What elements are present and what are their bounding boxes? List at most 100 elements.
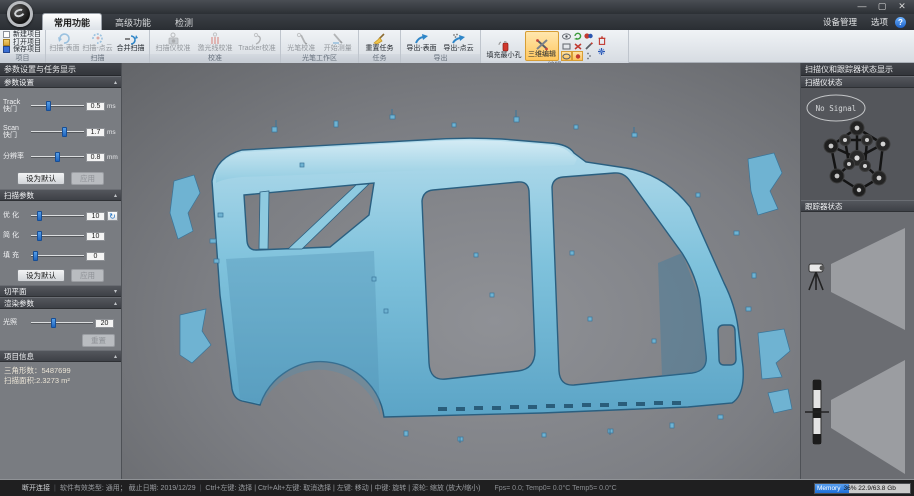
- edit-3d-icon: [535, 37, 549, 51]
- pen-calibration-button[interactable]: 光笔校准: [283, 31, 320, 54]
- scan-surface-icon: [57, 31, 72, 45]
- save-project-button[interactable]: 保存项目: [3, 46, 42, 53]
- left-panel-title: 参数设置与任务显示: [0, 63, 121, 76]
- reset-task-label: 重置任务: [366, 45, 394, 53]
- group-label-export: 导出: [401, 54, 480, 63]
- tracker-calibration-button[interactable]: Tracker校准: [236, 31, 278, 54]
- scan-apply-button[interactable]: 应用: [71, 269, 104, 282]
- optimize-refresh-icon[interactable]: ↻: [107, 211, 118, 221]
- point-select-icon[interactable]: [572, 51, 583, 61]
- record-icon[interactable]: [583, 31, 594, 41]
- simplify-value[interactable]: 10: [86, 232, 105, 241]
- transform-icon[interactable]: [597, 47, 606, 56]
- start-measure-icon: [331, 31, 344, 45]
- scan-pointcloud-button[interactable]: 扫描-点云: [81, 31, 114, 54]
- laser-calibration-button[interactable]: 激光线校准: [194, 31, 236, 54]
- track-shutter-slider[interactable]: [31, 101, 84, 111]
- edit-3d-button[interactable]: 三维编辑: [525, 31, 559, 61]
- close-button[interactable]: ✕: [892, 0, 912, 13]
- no-signal-text: No Signal: [816, 104, 857, 113]
- section-header-scan-params[interactable]: 扫描参数 ▴: [0, 189, 121, 201]
- resolution-row: 分辨率 0.8 mm: [0, 145, 121, 169]
- project-info-title: 项目信息: [4, 352, 34, 361]
- ribbon-tab-bar: 常用功能 高级功能 检测 设备管理 选项 ?: [0, 14, 914, 30]
- scan-surface-button[interactable]: 扫描-表面: [48, 31, 81, 54]
- optimize-slider[interactable]: [31, 211, 84, 221]
- fill-row: 填 充 0: [0, 246, 121, 266]
- start-measure-button[interactable]: 开始测量: [320, 31, 357, 54]
- visibility-icon[interactable]: [561, 31, 572, 41]
- license-info: 软件有效类型: 通用； 截止日期: 2019/12/29: [60, 483, 196, 493]
- device-management-menu[interactable]: 设备管理: [816, 16, 864, 30]
- render-reset-button[interactable]: 重置: [82, 334, 115, 347]
- 3d-viewport[interactable]: [122, 63, 800, 479]
- tracker-fov-1: [831, 228, 905, 330]
- trash-icon[interactable]: [597, 36, 606, 45]
- section-header-tracker-status[interactable]: 跟踪器状态: [801, 200, 914, 212]
- ribbon-group-pen-workspace: 光笔校准 开始测量 光笔工作区: [281, 30, 359, 63]
- resolution-value[interactable]: 0.8: [86, 153, 105, 162]
- export-pointcloud-button[interactable]: 导出-点云: [440, 31, 477, 54]
- optimize-row: 优 化 10 ↻: [0, 206, 121, 226]
- scan-set-default-button[interactable]: 设为默认: [17, 269, 65, 282]
- fill-hole-button[interactable]: 填充最小孔: [483, 31, 525, 61]
- fill-hole-label: 填充最小孔: [487, 52, 522, 60]
- more-options-icon[interactable]: [583, 51, 594, 61]
- scan-shutter-slider[interactable]: [31, 127, 84, 137]
- edit-tool-column: [597, 31, 606, 61]
- right-panel-title: 扫描仪和跟踪器状态显示: [801, 63, 914, 76]
- scanner-calibration-button[interactable]: 扫描仪校准: [152, 31, 194, 54]
- fps-temperature-readout: Fps= 0.0; Temp0= 0.0°C Temp5= 0.0°C: [494, 485, 616, 492]
- merge-scan-button[interactable]: 合并扫描: [114, 31, 147, 54]
- lighting-slider[interactable]: [31, 318, 93, 328]
- set-default-button[interactable]: 设为默认: [17, 172, 65, 185]
- open-project-label: 打开项目: [13, 39, 41, 46]
- fill-hole-icon: [498, 38, 511, 52]
- tab-inspection[interactable]: 检测: [164, 14, 204, 30]
- optimize-value[interactable]: 10: [86, 212, 105, 221]
- app-logo-icon[interactable]: [7, 1, 33, 27]
- group-label-task: 任务: [359, 54, 400, 63]
- connection-status[interactable]: 断开连接: [22, 483, 50, 493]
- options-menu[interactable]: 选项: [864, 16, 895, 30]
- tab-common-functions[interactable]: 常用功能: [42, 13, 102, 30]
- section-header-render-params[interactable]: 渲染参数 ▴: [0, 297, 121, 309]
- tracker-calibration-label: Tracker校准: [238, 45, 275, 53]
- render-params-body: 光照 20 重置: [0, 309, 121, 350]
- tracker-bar-icon: [805, 380, 829, 444]
- window-controls: — ▢ ✕: [852, 0, 912, 13]
- export-surface-button[interactable]: 导出-表面: [403, 31, 440, 54]
- refresh-icon[interactable]: [572, 31, 583, 41]
- right-status-panel: 扫描仪和跟踪器状态显示 扫描仪状态 No Signal: [800, 63, 914, 479]
- minimize-button[interactable]: —: [852, 0, 872, 13]
- scanner-status-title: 扫描仪状态: [805, 78, 843, 87]
- fill-slider[interactable]: [31, 251, 84, 261]
- group-label-scan: 扫描: [46, 54, 149, 63]
- section-header-scanner-status[interactable]: 扫描仪状态: [801, 76, 914, 88]
- rect-select-icon[interactable]: [561, 41, 572, 51]
- tab-advanced-functions[interactable]: 高级功能: [104, 14, 162, 30]
- tracker-status-title: 跟踪器状态: [805, 202, 843, 211]
- collapse-arrow-icon: ▴: [114, 351, 117, 363]
- delete-x-icon[interactable]: [572, 41, 583, 51]
- track-shutter-value[interactable]: 0.5: [86, 102, 105, 111]
- open-project-button[interactable]: 打开项目: [3, 39, 42, 46]
- maximize-button[interactable]: ▢: [872, 0, 892, 13]
- reset-task-button[interactable]: 重置任务: [361, 31, 398, 54]
- section-header-param-settings[interactable]: 参数设置 ▴: [0, 76, 121, 88]
- apply-button[interactable]: 应用: [71, 172, 104, 185]
- simplify-slider[interactable]: [31, 231, 84, 241]
- new-project-button[interactable]: 新建项目: [3, 31, 42, 38]
- lighting-value[interactable]: 20: [95, 319, 114, 328]
- ellipse-select-icon[interactable]: [561, 51, 572, 61]
- section-header-cut-plane[interactable]: 切平面 ▾: [0, 285, 121, 297]
- lighting-row: 光照 20: [0, 314, 121, 332]
- help-icon[interactable]: ?: [895, 17, 906, 28]
- scan-params-body: 优 化 10 ↻ 简 化 10 填 充 0 设为默认 应用: [0, 201, 121, 285]
- resolution-slider[interactable]: [31, 152, 84, 162]
- scan-area-label: 扫描面积:: [4, 376, 36, 386]
- section-header-project-info[interactable]: 项目信息 ▴: [0, 350, 121, 362]
- pencil-icon[interactable]: [583, 41, 594, 51]
- fill-value[interactable]: 0: [86, 252, 105, 261]
- scan-shutter-value[interactable]: 1.7: [86, 128, 105, 137]
